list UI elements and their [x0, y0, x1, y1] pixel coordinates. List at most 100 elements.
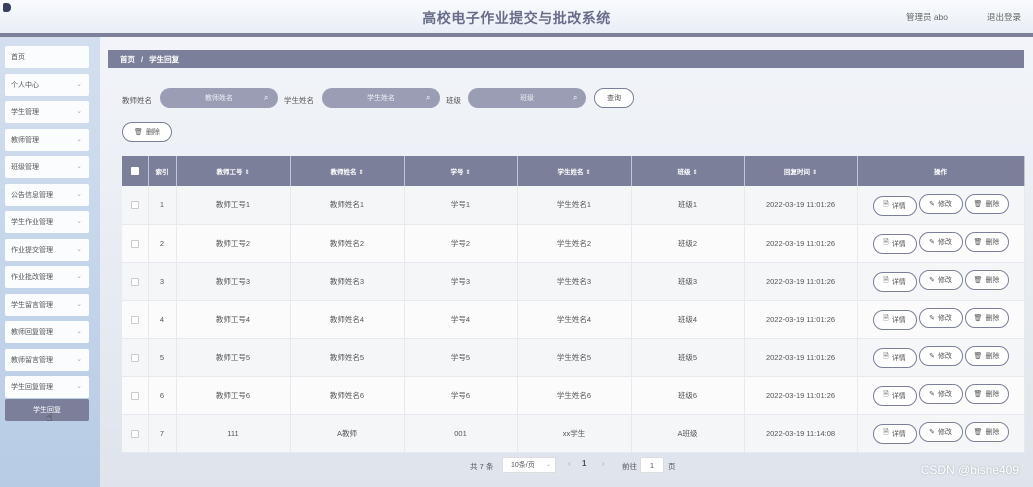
detail-button[interactable]: 🗎 详情 [872, 271, 917, 292]
next-page-button[interactable]: › [602, 459, 605, 468]
student-id-cell: 学号5 [404, 338, 518, 377]
sidebar-item[interactable]: 学生留言管理 ⌄ [5, 293, 89, 316]
column-header-student-name[interactable]: 学生姓名 ⇕ [517, 156, 632, 186]
row-checkbox[interactable] [130, 277, 139, 286]
reply-time-cell: 2022-03-19 11:14:08 [744, 414, 858, 453]
sidebar-item[interactable]: 作业提交管理 ⌄ [5, 238, 89, 261]
goto-page-input[interactable] [640, 457, 664, 473]
edit-button-label: 修改 [937, 201, 952, 208]
table-row[interactable]: 3 教师工号3 教师姓名3 学号3 学生姓名3 班级3 2022-03-19 11:01:2… [122, 262, 1025, 301]
sort-icon[interactable]: ⇕ [692, 170, 697, 176]
column-header-student-id[interactable]: 学号 ⇕ [404, 156, 518, 186]
sidebar-item-label: 作业批改管理 [11, 274, 53, 281]
sort-icon[interactable]: ⇕ [244, 170, 249, 176]
row-checkbox-cell[interactable] [122, 414, 149, 453]
delete-button[interactable]: 🗑 删除 [964, 194, 1009, 214]
batch-delete-button[interactable]: 🗑 删除 [122, 122, 172, 142]
search-icon: ⌕ [573, 93, 578, 102]
breadcrumb: 首页 / 学生回复 [108, 50, 1024, 68]
edit-button[interactable]: ✎ 修改 [918, 194, 963, 214]
sidebar-item[interactable]: 学生管理 ⌄ [5, 101, 89, 123]
row-checkbox[interactable] [130, 391, 139, 400]
detail-button[interactable]: 🗎 详情 [872, 347, 917, 368]
edit-button[interactable]: ✎ 修改 [918, 346, 963, 367]
delete-button[interactable]: 🗑 删除 [964, 384, 1009, 405]
sidebar-item[interactable]: 公告信息管理 ⌄ [5, 183, 89, 206]
sort-icon[interactable]: ⇕ [465, 170, 470, 176]
row-checkbox-cell[interactable] [122, 186, 149, 225]
delete-button[interactable]: 🗑 删除 [964, 422, 1009, 443]
row-checkbox[interactable] [130, 239, 139, 248]
sidebar-item-label: 公告信息管理 [11, 191, 53, 199]
sidebar-item[interactable]: 学生作业管理 ⌄ [5, 211, 89, 233]
edit-button[interactable]: ✎ 修改 [918, 270, 963, 291]
sidebar-item[interactable]: 作业批改管理 ⌄ [5, 266, 89, 288]
select-all-checkbox[interactable] [130, 167, 139, 175]
column-header-teacher-name[interactable]: 教师姓名 ⇕ [290, 156, 405, 186]
detail-button-label: 详情 [891, 316, 906, 324]
detail-button[interactable]: 🗎 详情 [872, 309, 917, 330]
table-row[interactable]: 5 教师工号5 教师姓名5 学号5 学生姓名5 班级5 2022-03-19 11:01:2… [122, 338, 1025, 377]
teacher-name-input[interactable] [160, 88, 278, 108]
sidebar-item[interactable]: 教师留言管理 ⌄ [5, 348, 89, 371]
select-all-checkbox-cell[interactable] [122, 156, 149, 186]
table-row[interactable]: 2 教师工号2 教师姓名2 学号2 学生姓名2 班级2 2022-03-19 11:01:2… [122, 224, 1025, 263]
chevron-down-icon: ⌄ [545, 462, 551, 468]
delete-button[interactable]: 🗑 删除 [964, 270, 1009, 291]
column-header-teacher-id[interactable]: 教师工号 ⇕ [176, 156, 291, 186]
sort-icon[interactable]: ⇕ [358, 170, 363, 176]
row-checkbox-cell[interactable] [122, 224, 149, 263]
sidebar-item[interactable]: 首页 [5, 46, 89, 68]
row-checkbox[interactable] [130, 201, 139, 210]
detail-button[interactable]: 🗎 详情 [872, 423, 917, 444]
row-checkbox-cell[interactable] [122, 262, 149, 301]
detail-button[interactable]: 🗎 详情 [872, 385, 917, 406]
table-row[interactable]: 7 111 A教师 001 xx学生 A班级 2022-03-19 11:14:08 🗎 详情 ✎… [122, 414, 1025, 453]
edit-button[interactable]: ✎ 修改 [918, 422, 963, 443]
row-checkbox-cell[interactable] [122, 338, 149, 377]
page-size-select[interactable]: 10条/页 ⌄ [502, 457, 556, 473]
logout-link[interactable]: 退出登录 [987, 11, 1021, 23]
edit-button-label: 修改 [937, 239, 952, 247]
table-row[interactable]: 4 教师工号4 教师姓名4 学号4 学生姓名4 班级4 2022-03-19 11:01:2… [122, 300, 1025, 339]
table-row[interactable]: 6 教师工号6 教师姓名6 学号6 学生姓名6 班级6 2022-03-19 11:01:2… [122, 376, 1025, 415]
column-header-class[interactable]: 班级 ⇕ [631, 156, 745, 186]
page-number-current[interactable]: 1 [582, 459, 586, 468]
detail-button[interactable]: 🗎 详情 [872, 195, 917, 216]
sidebar-item[interactable]: 教师管理 ⌄ [5, 128, 89, 151]
delete-button[interactable]: 🗑 删除 [964, 308, 1009, 329]
row-checkbox[interactable] [130, 353, 139, 362]
breadcrumb-home[interactable]: 首页 [120, 54, 135, 65]
student-name-cell: 学生姓名6 [517, 376, 632, 415]
sidebar-item-label: 教师管理 [11, 136, 39, 144]
sidebar-item[interactable]: 教师回复管理 ⌄ [5, 321, 89, 343]
chevron-down-icon: ⌄ [76, 218, 82, 225]
prev-page-button[interactable]: ‹ [568, 459, 571, 468]
trash-icon: 🗑 [973, 429, 983, 437]
pencil-icon: ✎ [929, 239, 935, 247]
table-row[interactable]: 1 教师工号1 教师姓名1 学号1 学生姓名1 班级1 2022-03-19 11:01:2… [122, 186, 1025, 225]
edit-button[interactable]: ✎ 修改 [918, 232, 963, 253]
delete-button[interactable]: 🗑 删除 [964, 232, 1009, 253]
column-header-reply-time[interactable]: 回复时间 ⇕ [744, 156, 858, 186]
row-checkbox[interactable] [130, 315, 139, 324]
detail-button[interactable]: 🗎 详情 [872, 233, 917, 254]
sidebar-item[interactable]: 班级管理 ⌄ [5, 156, 89, 178]
row-checkbox-cell[interactable] [122, 300, 149, 339]
search-icon: ⌕ [264, 93, 269, 102]
sidebar-item[interactable]: 个人中心 ⌄ [5, 73, 89, 96]
student-name-input[interactable] [322, 88, 440, 108]
class-input[interactable] [468, 88, 586, 108]
delete-button[interactable]: 🗑 删除 [964, 346, 1009, 367]
sidebar-item[interactable]: 学生回复管理 ⌄ [5, 376, 89, 398]
sort-icon[interactable]: ⇕ [812, 170, 817, 176]
teacher-id-cell: 教师工号2 [176, 224, 291, 263]
index-cell: 4 [148, 300, 177, 339]
sort-icon[interactable]: ⇕ [585, 170, 590, 176]
edit-button[interactable]: ✎ 修改 [918, 384, 963, 405]
row-checkbox-cell[interactable] [122, 376, 149, 415]
edit-button[interactable]: ✎ 修改 [918, 308, 963, 329]
row-checkbox[interactable] [130, 429, 139, 438]
page-suffix-label: 页 [668, 462, 676, 471]
query-button[interactable]: 查询 [594, 88, 634, 108]
